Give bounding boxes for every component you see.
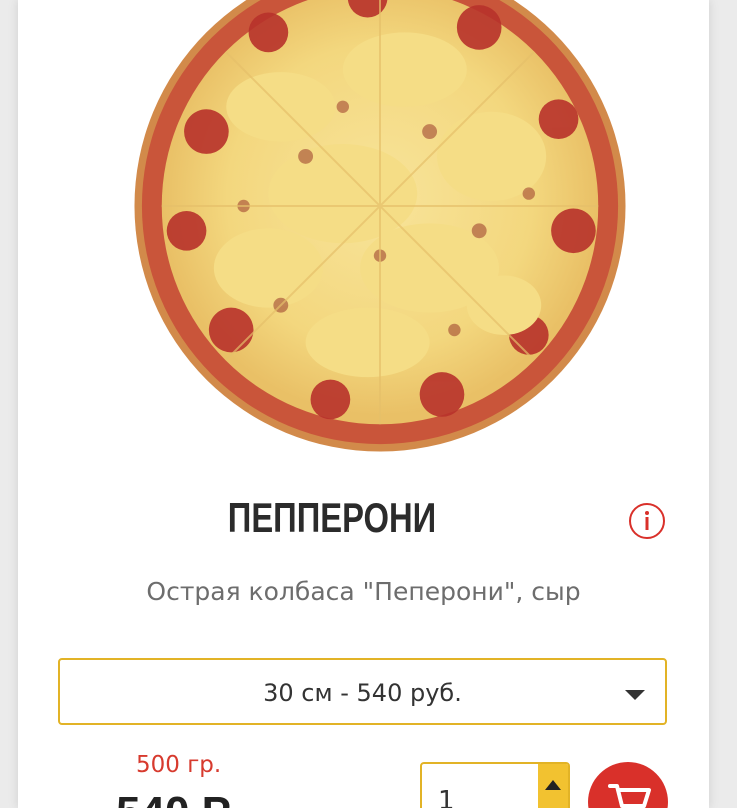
quantity-increment-button[interactable]: [538, 764, 568, 808]
quantity-stepper[interactable]: 1: [420, 762, 570, 808]
size-select[interactable]: 30 см - 540 руб.: [58, 658, 667, 725]
size-select-value: 30 см - 540 руб.: [263, 679, 462, 707]
cart-icon: [608, 784, 651, 808]
product-price: 540 Р: [116, 788, 231, 808]
product-card: ПЕППЕРОНИ Острая колбаса "Пеперони", сыр…: [18, 0, 709, 808]
pizza-illustration: [134, 0, 626, 452]
info-icon[interactable]: [628, 502, 666, 540]
quantity-value[interactable]: 1: [438, 786, 455, 808]
product-image[interactable]: [132, 0, 628, 454]
arrow-up-icon: [545, 780, 561, 790]
product-title: ПЕППЕРОНИ: [227, 494, 437, 541]
chevron-down-icon: [625, 690, 645, 700]
add-to-cart-button[interactable]: [588, 762, 668, 808]
product-description: Острая колбаса "Пеперони", сыр: [146, 577, 581, 606]
product-weight: 500 гр.: [136, 752, 222, 778]
